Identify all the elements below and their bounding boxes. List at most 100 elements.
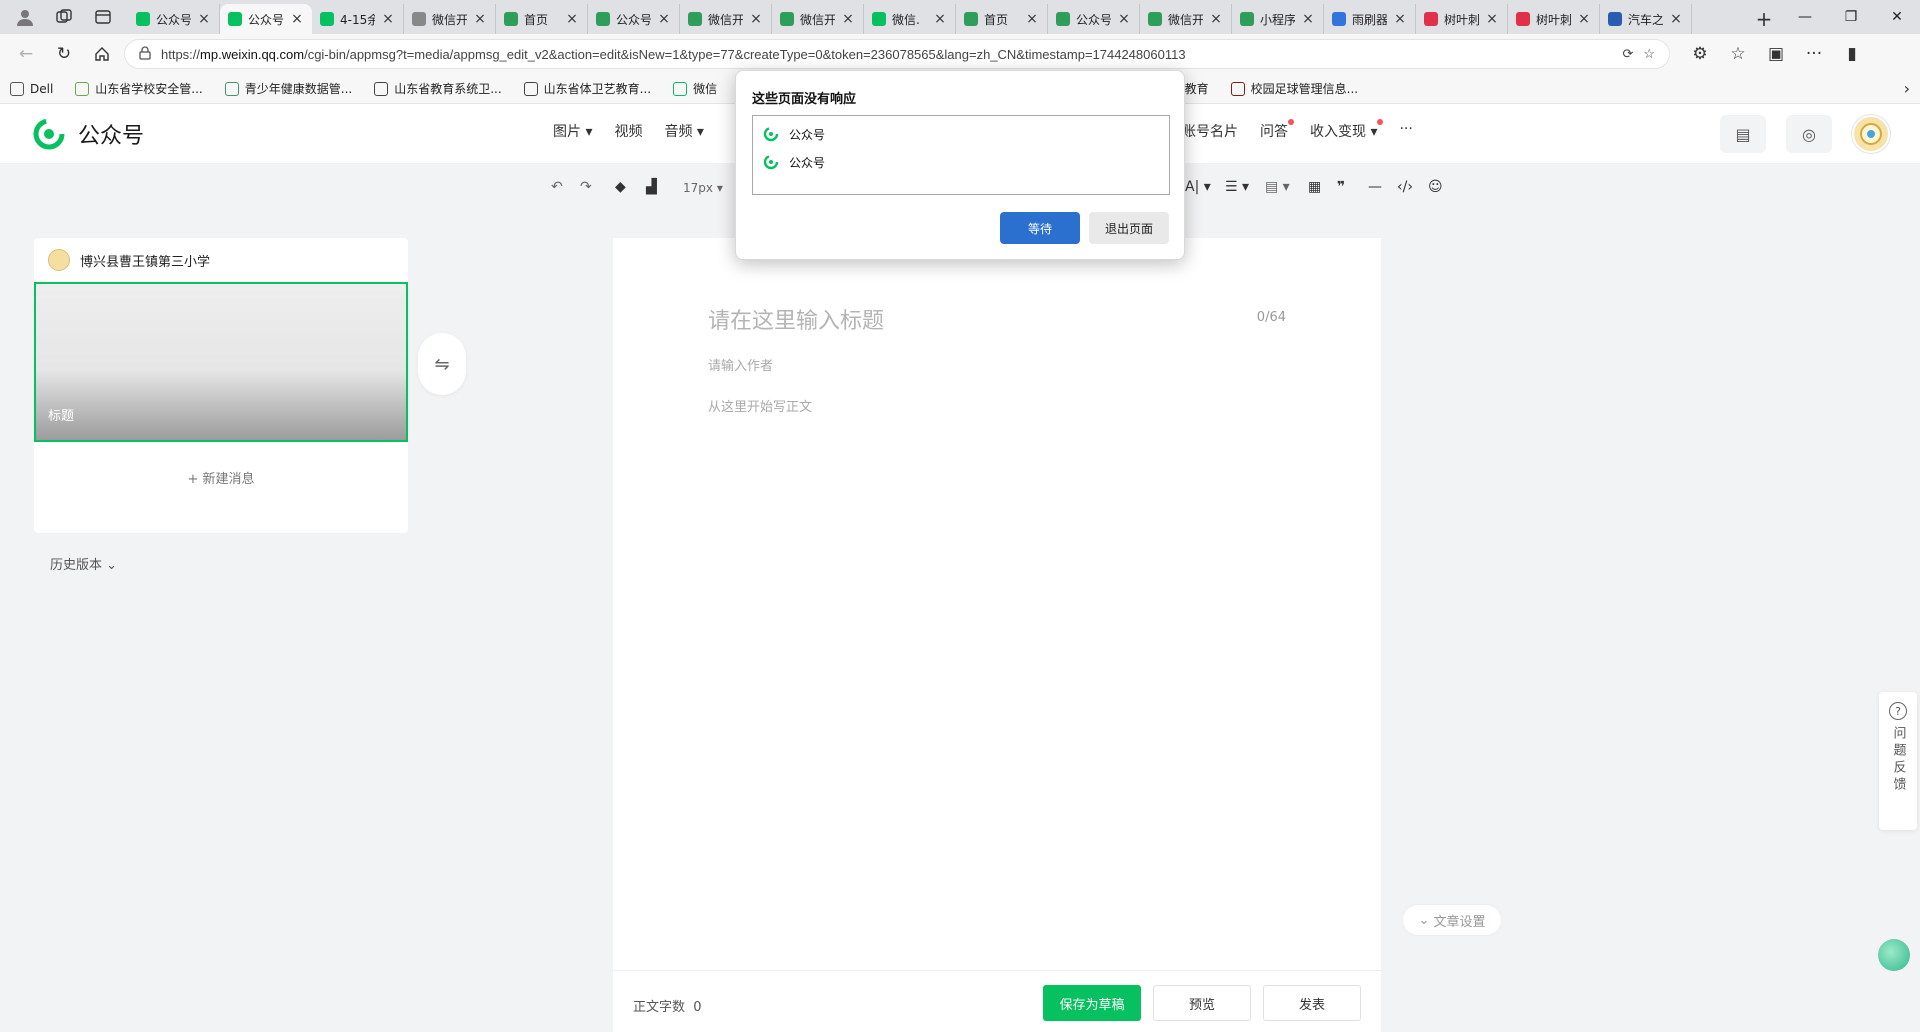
menu-qa[interactable]: 问答 xyxy=(1260,119,1294,141)
redo-icon[interactable]: ↷ xyxy=(580,179,592,195)
home-icon[interactable] xyxy=(86,38,118,70)
code-icon[interactable]: ‹/› xyxy=(1397,179,1413,195)
preview-button[interactable]: 预览 xyxy=(1153,985,1251,1021)
feedback-button[interactable]: ? 问题反馈 xyxy=(1879,692,1917,830)
close-tab-icon[interactable]: × xyxy=(197,11,211,27)
divider-icon[interactable]: — xyxy=(1368,179,1382,195)
back-icon[interactable]: ← xyxy=(10,38,42,70)
menu-audio[interactable]: 音频 ▾ xyxy=(664,121,703,141)
save-draft-button[interactable]: 保存为草稿 xyxy=(1043,985,1141,1021)
dialog-title: 这些页面没有响应 xyxy=(752,92,857,107)
close-tab-icon[interactable]: × xyxy=(1025,11,1039,27)
font-size-select[interactable]: 17px ▾ xyxy=(683,181,723,195)
bookmark-item[interactable]: 山东省学校安全管... xyxy=(75,80,203,97)
tab-5[interactable]: 公众号 × xyxy=(588,4,680,34)
app-logo[interactable]: 公众号 xyxy=(32,117,144,151)
read-aloud-icon[interactable]: ⟳ xyxy=(1622,46,1633,62)
tab-6[interactable]: 微信开 × xyxy=(680,4,772,34)
list-icon[interactable]: ☰ ▾ xyxy=(1225,179,1249,195)
sidebar-icon[interactable]: ▮ xyxy=(1836,38,1868,70)
body-input[interactable]: 从这里开始写正文 xyxy=(708,396,812,415)
tab-9[interactable]: 首页 × xyxy=(956,4,1048,34)
indent-icon[interactable]: ▤ ▾ xyxy=(1265,179,1290,195)
quote-icon[interactable]: ❞ xyxy=(1337,179,1345,195)
publish-button[interactable]: 发表 xyxy=(1263,985,1361,1021)
tab-0[interactable]: 公众号 × xyxy=(128,4,220,34)
history-versions[interactable]: 历史版本 ⌄ xyxy=(50,554,117,573)
close-tab-icon[interactable]: × xyxy=(841,11,855,27)
menu-image[interactable]: 图片 ▾ xyxy=(553,121,592,141)
clear-format-icon[interactable]: ▟ xyxy=(646,179,657,195)
menu-video[interactable]: 视频 xyxy=(614,121,642,141)
tab-16[interactable]: 汽车之 × xyxy=(1600,4,1692,34)
vertical-tabs-icon[interactable] xyxy=(87,3,120,31)
close-tab-icon[interactable]: × xyxy=(473,11,487,27)
new-tab-button[interactable]: + xyxy=(1746,4,1782,34)
refresh-icon[interactable]: ↻ xyxy=(48,38,80,70)
bookmarks-more-icon[interactable]: › xyxy=(1904,79,1910,98)
undo-icon[interactable]: ↶ xyxy=(551,179,563,195)
tab-7[interactable]: 微信开 × xyxy=(772,4,864,34)
tab-10[interactable]: 公众号 × xyxy=(1048,4,1140,34)
tab-4[interactable]: 首页 × xyxy=(496,4,588,34)
url-field[interactable]: https://mp.weixin.qq.com/cgi-bin/appmsg?… xyxy=(124,39,1670,69)
tab-12[interactable]: 小程序 × xyxy=(1232,4,1324,34)
tab-2[interactable]: 4-15余 × xyxy=(312,4,404,34)
tab-15[interactable]: 树叶刺 × xyxy=(1508,4,1600,34)
close-tab-icon[interactable]: × xyxy=(1209,11,1223,27)
close-tab-icon[interactable]: × xyxy=(1301,11,1315,27)
close-tab-icon[interactable]: × xyxy=(1669,11,1683,27)
close-tab-icon[interactable]: × xyxy=(933,11,947,27)
close-tab-icon[interactable]: × xyxy=(381,11,395,27)
wait-button[interactable]: 等待 xyxy=(1000,212,1080,244)
avatar[interactable] xyxy=(1852,115,1890,153)
emoji-icon[interactable]: ☺ xyxy=(1428,179,1443,195)
bookmark-item[interactable]: 山东省教育系统卫... xyxy=(374,80,502,97)
favorites-icon[interactable]: ☆ xyxy=(1722,38,1754,70)
menu-more[interactable]: ··· xyxy=(1399,121,1412,141)
tab-14[interactable]: 树叶刺 × xyxy=(1416,4,1508,34)
article-cover-card[interactable]: 标题 xyxy=(34,282,408,442)
document-icon[interactable]: ▤ xyxy=(1720,115,1766,153)
bookmark-item[interactable]: Dell xyxy=(10,81,53,96)
bookmark-item[interactable]: 山东省体卫艺教育... xyxy=(523,80,651,97)
tab-1[interactable]: 公众号 × xyxy=(220,4,312,34)
profile-icon[interactable] xyxy=(8,3,41,31)
collections-icon[interactable]: ▣ xyxy=(1760,38,1792,70)
favorite-star-icon[interactable]: ☆ xyxy=(1643,46,1655,62)
tab-11[interactable]: 微信开 × xyxy=(1140,4,1232,34)
author-input[interactable]: 请输入作者 xyxy=(708,355,773,374)
close-tab-icon[interactable]: × xyxy=(565,11,579,27)
new-message-button[interactable]: + 新建消息 xyxy=(34,468,408,487)
tab-3[interactable]: 微信开 × xyxy=(404,4,496,34)
title-input[interactable]: 请在这里输入标题 xyxy=(708,303,884,335)
swap-icon[interactable]: ⇋ xyxy=(418,333,466,395)
close-tab-icon[interactable]: × xyxy=(1485,11,1499,27)
assistant-icon[interactable] xyxy=(1878,939,1910,971)
restore-icon[interactable]: ❐ xyxy=(1828,0,1874,34)
bookmark-item[interactable]: 微信 xyxy=(673,80,717,97)
table-icon[interactable]: ▦ xyxy=(1308,179,1321,195)
shield-icon[interactable]: ◎ xyxy=(1786,115,1832,153)
more-menu-icon[interactable]: ··· xyxy=(1798,38,1830,70)
tab-13[interactable]: 雨刷器 × xyxy=(1324,4,1416,34)
menu-account-card[interactable]: 账号名片 xyxy=(1182,121,1238,141)
close-tab-icon[interactable]: × xyxy=(290,11,304,27)
text-align-icon[interactable]: A| ▾ xyxy=(1185,179,1211,195)
menu-monetize[interactable]: 收入变现 ▾ xyxy=(1310,119,1385,141)
exit-page-button[interactable]: 退出页面 xyxy=(1089,212,1169,244)
close-tab-icon[interactable]: × xyxy=(749,11,763,27)
tab-8[interactable]: 微信. × xyxy=(864,4,956,34)
bookmark-item[interactable]: 青少年健康数据管... xyxy=(224,80,352,97)
extensions-icon[interactable]: ⚙ xyxy=(1684,38,1716,70)
close-tab-icon[interactable]: × xyxy=(1393,11,1407,27)
close-window-icon[interactable]: ✕ xyxy=(1874,0,1920,34)
close-tab-icon[interactable]: × xyxy=(1577,11,1591,27)
close-tab-icon[interactable]: × xyxy=(657,11,671,27)
close-tab-icon[interactable]: × xyxy=(1117,11,1131,27)
bookmark-item[interactable]: 校园足球管理信息... xyxy=(1230,80,1358,97)
article-settings-button[interactable]: ⌄ 文章设置 xyxy=(1402,904,1502,936)
minimize-icon[interactable]: — xyxy=(1782,0,1828,34)
workspaces-icon[interactable] xyxy=(47,3,80,31)
format-painter-icon[interactable]: ◆ xyxy=(615,179,626,195)
